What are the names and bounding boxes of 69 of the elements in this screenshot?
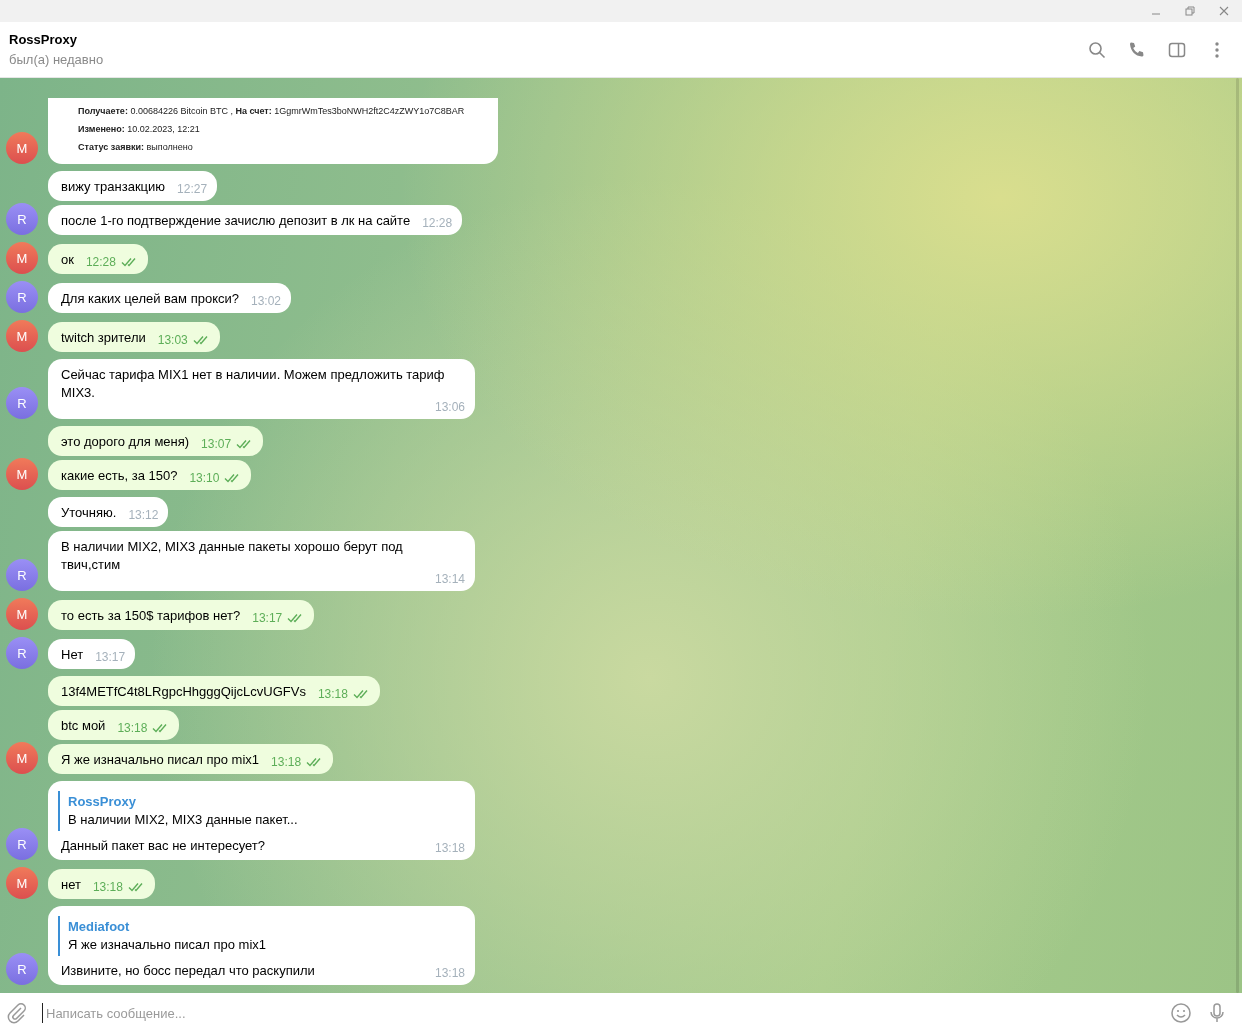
message-text: ок	[61, 251, 74, 269]
message-time: 13:12	[128, 508, 159, 522]
avatar[interactable]: M	[6, 320, 38, 352]
message-time: 12:28	[85, 255, 116, 269]
reply-quote[interactable]: Mediafoot Я же изначально писал про mix1	[58, 916, 465, 956]
avatar[interactable]: R	[6, 953, 38, 985]
chat-title: RossProxy	[9, 32, 78, 47]
message-text: btc мой	[61, 717, 106, 735]
message-text: Нет	[61, 646, 84, 664]
restore-icon[interactable]	[1184, 5, 1196, 17]
message-text: то есть за 150$ тарифов нет?	[61, 607, 241, 625]
paperclip-icon[interactable]	[6, 1002, 28, 1024]
message-time: 13:17	[252, 611, 283, 625]
message-text: Извините, но босс передал что раскупили	[61, 962, 315, 980]
close-icon[interactable]	[1218, 5, 1230, 17]
avatar[interactable]: M	[6, 132, 38, 164]
avatar[interactable]: M	[6, 458, 38, 490]
avatar[interactable]: M	[6, 598, 38, 630]
message-time: 13:18	[271, 755, 302, 769]
message-time: 13:14	[434, 572, 465, 586]
message-time: 13:18	[92, 880, 123, 894]
message-text: Уточняю.	[61, 504, 117, 522]
message-text: Сейчас тарифа MIX1 нет в наличии. Можем предложить тариф MIX3.	[61, 366, 446, 402]
message-text: вижу транзакцию	[61, 178, 166, 196]
message-text: twitch зрители	[61, 329, 146, 347]
message-time: 13:06	[434, 400, 465, 414]
avatar[interactable]: M	[6, 742, 38, 774]
message-time: 12:27	[177, 182, 208, 196]
chat-status: был(а) недавно	[9, 52, 105, 67]
avatar[interactable]: R	[6, 637, 38, 669]
message-text: В наличии MIX2, MIX3 данные пакеты хорошо берут под твич,стим	[61, 538, 404, 574]
reply-author: RossProxy	[68, 793, 137, 811]
reply-author: Mediafoot	[68, 918, 131, 936]
avatar[interactable]: R	[6, 559, 38, 591]
search-icon[interactable]	[1088, 40, 1106, 59]
reply-text: Я же изначально писал про mix1	[68, 936, 268, 954]
order-detail-line: Изменено: 10.02.2023, 12:21	[78, 123, 200, 136]
message-text: после 1-го подтверждение зачислю депозит в лк на сайте	[61, 212, 411, 230]
message-text: Для каких целей вам прокси?	[61, 290, 239, 308]
message-text: это дорого для меня)	[61, 433, 190, 451]
message-time: 13:18	[434, 841, 465, 855]
message-text: Данный пакет вас не интересует?	[61, 837, 265, 855]
emoji-icon[interactable]	[1170, 1002, 1192, 1024]
sidebar-toggle-icon[interactable]	[1168, 40, 1186, 59]
message-time: 13:10	[189, 471, 220, 485]
message-time: 13:02	[250, 294, 281, 308]
order-detail-line: Получаете: 0.00684226 Bitcoin BTC , На счет: 1GgmrWmTes3boNWH2ft2C4zZWY1o7C8BAR	[78, 105, 465, 118]
avatar[interactable]: M	[6, 867, 38, 899]
message-time: 13:18	[117, 721, 148, 735]
message-time: 12:28	[422, 216, 453, 230]
message-text: нет	[61, 876, 81, 894]
message-text: Я же изначально писал про mix1	[61, 751, 260, 769]
message-time: 13:18	[434, 966, 465, 980]
avatar[interactable]: R	[6, 281, 38, 313]
message-text: 13f4METfC4t8LRgpcHhgggQijcLcvUGFVs	[61, 683, 306, 701]
avatar[interactable]: R	[6, 203, 38, 235]
message-input[interactable]: Написать сообщение...	[42, 1003, 1156, 1023]
reply-quote[interactable]: RossProxy В наличии MIX2, MIX3 данные пакет...	[58, 791, 465, 831]
message-time: 13:18	[317, 687, 348, 701]
message-time: 13:07	[201, 437, 232, 451]
reply-text: В наличии MIX2, MIX3 данные пакет...	[68, 811, 299, 829]
order-detail-line: Статус заявки: выполнено	[78, 141, 193, 154]
avatar[interactable]: R	[6, 828, 38, 860]
avatar[interactable]: R	[6, 387, 38, 419]
avatar[interactable]: M	[6, 242, 38, 274]
message-text: какие есть, за 150?	[61, 467, 178, 485]
message-time: 13:17	[95, 650, 126, 664]
message-time: 13:03	[157, 333, 188, 347]
phone-icon[interactable]	[1128, 40, 1146, 59]
